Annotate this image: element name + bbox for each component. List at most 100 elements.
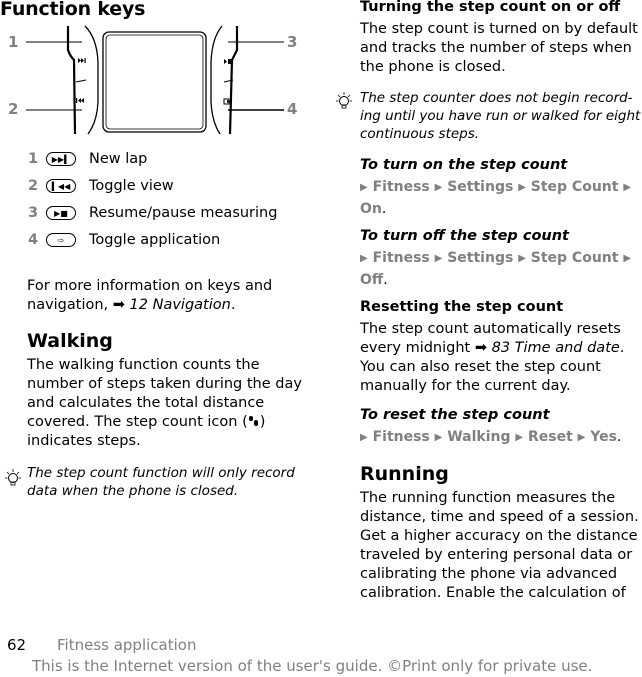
resetting-heading: Resetting the step count [360, 299, 564, 315]
step-count-icon [248, 415, 260, 427]
tip-note-closed: The step count function will only record… [27, 464, 317, 500]
callout-4: 4 [287, 100, 298, 118]
menu-path-item[interactable]: On [360, 201, 382, 217]
running-line: calibration. Enable the calculation of [360, 585, 626, 601]
menu-arrow-icon: ▶ [515, 432, 524, 443]
menu-path-item[interactable]: Walking [447, 429, 510, 445]
play-pause-icon [224, 59, 232, 64]
tip-line: continuous steps. [360, 126, 480, 142]
arrow-right-icon: ➡ [112, 297, 125, 313]
running-line: Get a higher accuracy on the distance [360, 528, 638, 544]
running-line: The running function measures the [360, 490, 616, 506]
running-line: distance, time and speed of a session. [360, 509, 639, 525]
menu-path-item[interactable]: Fitness [373, 429, 430, 445]
key-item-1: 1 ▶▶▍ New lap [28, 149, 147, 169]
menu-arrow-icon: ▶ [623, 253, 632, 264]
function-keys-diagram: 1 2 3 4 [0, 22, 310, 135]
walking-line: indicates steps. [27, 433, 141, 449]
time-and-date-reference-link[interactable]: 83 Time and date [492, 340, 620, 356]
running-line: traveled by entering personal data or [360, 547, 633, 563]
walking-text: ) [259, 414, 266, 430]
more-info-line: For more information on keys and [27, 278, 273, 294]
key-number: 4 [28, 232, 39, 248]
lightbulb-tip-icon [2, 468, 24, 494]
walking-heading: Walking [27, 330, 113, 352]
page-number: 62 [7, 636, 27, 654]
walking-line: covered. The step count icon () [27, 413, 317, 432]
callout-2: 2 [8, 100, 19, 118]
onoff-line: the phone is closed. [360, 59, 506, 75]
turn-off-menu-path: ▶ Fitness ▶ Settings ▶ Step Count ▶ Off. [360, 250, 632, 288]
section-title: Function keys [0, 0, 146, 20]
tip-line: The step count function will only record [27, 465, 295, 481]
punctuation: . [230, 297, 236, 313]
menu-arrow-icon: ▶ [434, 253, 443, 264]
menu-arrow-icon: ▶ [360, 253, 368, 264]
resetting-paragraph: The step count automatically resets ever… [360, 320, 642, 396]
menu-path-item[interactable]: Yes [590, 429, 617, 445]
toggle-app-icon: ⇨ [46, 233, 76, 247]
more-info-paragraph: For more information on keys and navigat… [27, 277, 317, 315]
resetting-line: The step count automatically resets [360, 321, 621, 337]
next-track-icon [78, 58, 86, 63]
arrow-right-icon: ➡ [474, 340, 487, 356]
menu-path-item[interactable]: Settings [447, 250, 513, 266]
menu-path-item[interactable]: Reset [528, 429, 573, 445]
menu-path-item[interactable]: Step Count [531, 179, 619, 195]
reset-menu-path: ▶ Fitness ▶ Walking ▶ Reset ▶ Yes. [360, 429, 622, 445]
phone-illustration [26, 25, 284, 135]
callout-3: 3 [287, 33, 298, 51]
reset-heading: To reset the step count [360, 407, 550, 423]
onoff-line: The step count is turned on by default [360, 21, 638, 37]
menu-arrow-icon: ▶ [623, 182, 632, 193]
key-item-3: 3 ▶■ Resume/pause measuring [28, 203, 277, 223]
turn-on-heading: To turn on the step count [360, 157, 568, 173]
key-number: 1 [28, 151, 39, 167]
resetting-line: manually for the current day. [360, 378, 571, 394]
key-item-4: 4 ⇨ Toggle application [28, 230, 220, 250]
walking-line: and calculates the total distance [27, 395, 265, 411]
tip-line: data when the phone is closed. [27, 483, 239, 499]
menu-arrow-icon: ▶ [434, 182, 443, 193]
callout-1: 1 [8, 33, 19, 51]
tip-note-eight-steps: The step counter does not begin record- … [360, 89, 642, 143]
onoff-heading: Turning the step count on or off [360, 0, 621, 15]
play-pause-icon: ▶■ [46, 206, 76, 220]
key-label: New lap [89, 151, 148, 167]
onoff-line: and tracks the number of steps when [360, 40, 632, 56]
footer-copyright-note: This is the Internet version of the user… [32, 657, 593, 675]
tip-line: The step counter does not begin record- [360, 90, 633, 106]
lightbulb-tip-icon [333, 91, 355, 117]
tip-line: ing until you have run or walked for eig… [360, 108, 641, 124]
more-info-line: navigation, ➡ 12 Navigation. [27, 296, 317, 315]
onoff-paragraph: The step count is turned on by default a… [360, 20, 642, 77]
resetting-text: every midnight [360, 340, 471, 356]
resetting-line: every midnight ➡ 83 Time and date. [360, 340, 625, 356]
navigation-reference-link[interactable]: 12 Navigation [130, 297, 231, 313]
previous-track-icon [76, 98, 84, 103]
walking-paragraph: The walking function counts the number o… [27, 356, 317, 451]
menu-path-item[interactable]: Step Count [531, 250, 619, 266]
key-label: Toggle view [89, 178, 174, 194]
next-track-icon: ▶▶▍ [46, 152, 76, 166]
turn-on-menu-path: ▶ Fitness ▶ Settings ▶ Step Count ▶ On. [360, 179, 632, 217]
menu-path-item[interactable]: Fitness [373, 250, 430, 266]
menu-path-item[interactable]: Fitness [373, 179, 430, 195]
key-number: 3 [28, 205, 39, 221]
menu-arrow-icon: ▶ [518, 182, 526, 193]
menu-path-item[interactable]: Off [360, 272, 383, 288]
menu-arrow-icon: ▶ [434, 432, 443, 443]
running-paragraph: The running function measures the distan… [360, 489, 642, 603]
key-label: Toggle application [89, 232, 221, 248]
previous-track-icon: ▍◀◀ [46, 179, 76, 193]
walking-line: The walking function counts the [27, 357, 260, 373]
menu-path-item[interactable]: Settings [447, 179, 513, 195]
key-item-2: 2 ▍◀◀ Toggle view [28, 176, 174, 196]
menu-arrow-icon: ▶ [360, 432, 368, 443]
resetting-line: You can also reset the step count [360, 359, 601, 375]
running-line: calibrating the phone via advanced [360, 566, 618, 582]
turn-off-heading: To turn off the step count [360, 228, 569, 244]
more-info-text: navigation, [27, 297, 109, 313]
footer-section-title: Fitness application [57, 636, 197, 654]
walking-text: covered. The step count icon ( [27, 414, 248, 430]
